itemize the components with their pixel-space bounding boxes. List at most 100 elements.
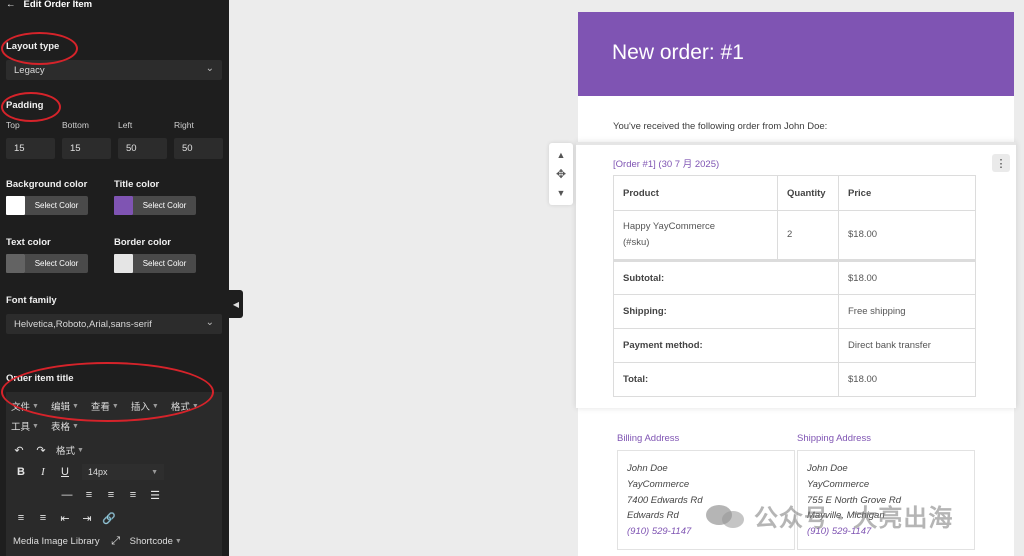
price-cell: $18.00 xyxy=(838,210,976,261)
chevron-left-icon: ◀ xyxy=(232,299,240,309)
redo-icon[interactable]: ↷ xyxy=(30,442,52,458)
summary-row-shipping: Shipping: Free shipping xyxy=(613,294,976,329)
align-left-icon[interactable]: ≡ xyxy=(78,487,100,503)
summary-label: Shipping: xyxy=(613,294,839,329)
sidebar-header: ← Edit Order Item xyxy=(6,0,92,12)
settings-sidebar: ← Edit Order Item Layout type Legacy ⌄ P… xyxy=(0,0,229,556)
numbered-list-icon[interactable]: ≡ xyxy=(32,510,54,526)
menu-edit[interactable]: 编辑 ▼ xyxy=(51,399,79,413)
column-header-product: Product xyxy=(613,175,778,211)
padding-top-input[interactable]: 15 xyxy=(6,138,55,159)
product-name: Happy YayCommerce xyxy=(623,221,716,232)
watermark: 公众号 · 大亮出海 xyxy=(706,498,953,533)
layout-type-value: Legacy xyxy=(14,64,45,76)
drag-handle-icon[interactable]: ✥ xyxy=(556,167,566,181)
back-arrow-icon[interactable]: ← xyxy=(6,0,16,10)
column-header-price: Price xyxy=(838,175,976,211)
title-color-picker[interactable]: Select Color xyxy=(114,196,196,215)
bold-icon[interactable]: B xyxy=(10,464,32,480)
summary-value: $18.00 xyxy=(838,362,976,397)
font-size-select[interactable]: 14px ▼ xyxy=(82,464,164,480)
email-intro-text: You've received the following order from… xyxy=(613,121,828,132)
border-color-picker[interactable]: Select Color xyxy=(114,254,196,273)
menu-insert[interactable]: 插入 ▼ xyxy=(131,399,159,413)
title-color-label: Title color xyxy=(114,179,160,190)
block-move-controls: ▲ ✥ ▼ xyxy=(549,143,573,205)
billing-address-title: Billing Address xyxy=(617,433,680,444)
padding-bottom-input[interactable]: 15 xyxy=(62,138,111,159)
indent-icon[interactable]: ⇥ xyxy=(76,510,98,526)
italic-icon[interactable]: I xyxy=(32,464,54,480)
editor-toolbar-align-row: — ≡ ≡ ≡ ☰ xyxy=(56,487,166,503)
media-image-library-button[interactable]: Media Image Library xyxy=(13,536,100,547)
border-select-color-button[interactable]: Select Color xyxy=(133,254,196,273)
format-dropdown[interactable]: 格式 ▼ xyxy=(56,443,84,457)
shipping-address-title: Shipping Address xyxy=(797,433,871,444)
editor-toolbar-style-row: B I U 14px ▼ xyxy=(10,464,164,480)
summary-label: Payment method: xyxy=(613,328,839,363)
summary-value: Free shipping xyxy=(838,294,976,329)
move-down-icon[interactable]: ▼ xyxy=(557,188,566,198)
email-header-title: New order: #1 xyxy=(612,41,744,64)
address-block[interactable]: Billing Address Shipping Address John Do… xyxy=(578,415,1014,556)
text-color-label: Text color xyxy=(6,237,51,248)
column-header-quantity: Quantity xyxy=(777,175,839,211)
bullet-list-icon[interactable]: ≡ xyxy=(10,510,32,526)
text-select-color-button[interactable]: Select Color xyxy=(25,254,88,273)
padding-right-label: Right xyxy=(174,120,194,130)
background-color-swatch[interactable] xyxy=(6,196,25,215)
align-justify-icon[interactable]: ☰ xyxy=(144,487,166,503)
shipping-line: YayCommerce xyxy=(807,478,870,490)
font-family-value: Helvetica,Roboto,Arial,sans-serif xyxy=(14,318,152,330)
quantity-cell: 2 xyxy=(777,210,839,261)
billing-line: John Doe xyxy=(627,463,668,474)
align-right-icon[interactable]: ≡ xyxy=(122,487,144,503)
font-family-label: Font family xyxy=(6,295,57,306)
order-item-block[interactable]: [Order #1] (30 7 月 2025) ⋮ Product Quant… xyxy=(576,142,1016,408)
order-link[interactable]: [Order #1] (30 7 月 2025) xyxy=(613,156,719,170)
link-icon[interactable]: 🔗 xyxy=(98,510,120,526)
more-options-icon[interactable]: ⋮ xyxy=(992,154,1010,172)
editor-menubar-row2: 工具 ▼ 表格 ▼ xyxy=(11,419,91,433)
layout-type-select[interactable]: Legacy ⌄ xyxy=(6,60,222,80)
text-color-swatch[interactable] xyxy=(6,254,25,273)
shortcode-dropdown[interactable]: Shortcode ▼ xyxy=(130,536,182,547)
table-header-row: Product Quantity Price xyxy=(613,175,976,211)
background-color-picker[interactable]: Select Color xyxy=(6,196,88,215)
padding-left-input[interactable]: 50 xyxy=(118,138,167,159)
text-color-picker[interactable]: Select Color xyxy=(6,254,88,273)
rich-text-editor: 文件 ▼ 编辑 ▼ 查看 ▼ 插入 ▼ 格式 ▼ 工具 ▼ 表格 ▼ ↶ ↷ 格式 ▼ B I … xyxy=(6,392,222,556)
padding-bottom-label: Bottom xyxy=(62,120,89,130)
summary-value: Direct bank transfer xyxy=(838,328,976,363)
menu-view[interactable]: 查看 ▼ xyxy=(91,399,119,413)
summary-row-total: Total: $18.00 xyxy=(613,362,976,397)
sidebar-title: Edit Order Item xyxy=(23,0,93,10)
product-sku: (#sku) xyxy=(623,237,650,248)
order-items-table: Product Quantity Price Happy YayCommerce… xyxy=(613,175,976,397)
table-row: Happy YayCommerce (#sku) 2 $18.00 xyxy=(613,210,976,261)
billing-line: YayCommerce xyxy=(627,478,690,490)
menu-tools[interactable]: 工具 ▼ xyxy=(11,419,39,433)
menu-file[interactable]: 文件 ▼ xyxy=(11,399,39,413)
outdent-icon[interactable]: ⇤ xyxy=(54,510,76,526)
border-color-swatch[interactable] xyxy=(114,254,133,273)
horizontal-rule-icon[interactable]: — xyxy=(56,487,78,503)
padding-right-input[interactable]: 50 xyxy=(174,138,223,159)
editor-toolbar-undo-row: ↶ ↷ 格式 ▼ xyxy=(8,442,96,458)
font-family-select[interactable]: Helvetica,Roboto,Arial,sans-serif ⌄ xyxy=(6,314,222,334)
background-select-color-button[interactable]: Select Color xyxy=(25,196,88,215)
collapse-sidebar-button[interactable]: ◀ xyxy=(229,290,243,318)
product-cell: Happy YayCommerce (#sku) xyxy=(613,210,778,261)
align-center-icon[interactable]: ≡ xyxy=(100,487,122,503)
title-select-color-button[interactable]: Select Color xyxy=(133,196,196,215)
title-color-swatch[interactable] xyxy=(114,196,133,215)
wechat-icon xyxy=(706,501,746,531)
editor-toolbar-media-row: Media Image Library ⤢ Shortcode ▼ xyxy=(13,533,194,549)
menu-format[interactable]: 格式 ▼ xyxy=(171,399,199,413)
move-up-icon[interactable]: ▲ xyxy=(557,150,566,160)
fullscreen-icon[interactable]: ⤢ xyxy=(108,533,124,549)
menu-table[interactable]: 表格 ▼ xyxy=(51,419,79,433)
undo-icon[interactable]: ↶ xyxy=(8,442,30,458)
summary-value: $18.00 xyxy=(838,259,976,295)
underline-icon[interactable]: U xyxy=(54,464,76,480)
